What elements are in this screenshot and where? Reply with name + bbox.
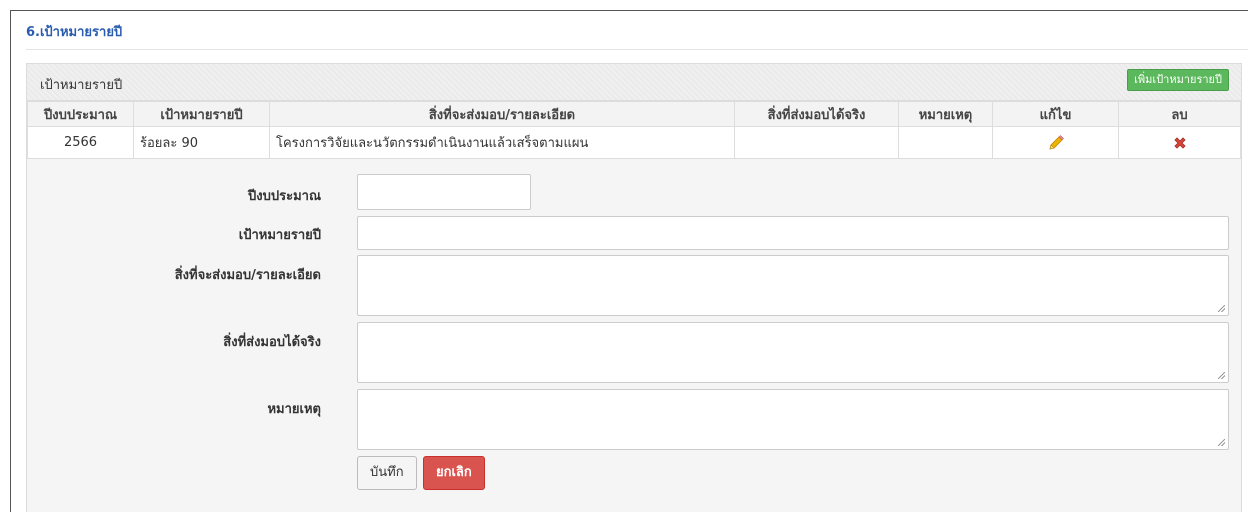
panel-title: เป้าหมายรายปี bbox=[40, 78, 123, 93]
cell-note bbox=[898, 126, 993, 159]
table-header-row: ปีงบประมาณ เป้าหมายรายปี สิ่งที่จะส่งมอบ… bbox=[27, 101, 1241, 127]
col-header-deliverable: สิ่งที่จะส่งมอบ/รายละเอียด bbox=[269, 101, 735, 127]
col-header-delete: ลบ bbox=[1118, 101, 1241, 127]
actual-label: สิ่งที่ส่งมอบได้จริง bbox=[223, 335, 321, 350]
targets-table: ปีงบประมาณ เป้าหมายรายปี สิ่งที่จะส่งมอบ… bbox=[27, 101, 1241, 159]
col-header-edit: แก้ไข bbox=[992, 101, 1119, 127]
col-header-target: เป้าหมายรายปี bbox=[133, 101, 270, 127]
pencil-icon[interactable] bbox=[1047, 134, 1065, 152]
resize-grip-icon[interactable] bbox=[1218, 439, 1225, 446]
note-textarea[interactable] bbox=[357, 389, 1229, 450]
section-title: 6.เป้าหมายรายปี bbox=[26, 25, 123, 40]
targets-panel: เป้าหมายรายปี เพิ่มเป้าหมายรายปี ปีงบประ… bbox=[26, 63, 1242, 512]
year-input[interactable] bbox=[357, 174, 531, 210]
resize-grip-icon[interactable] bbox=[1218, 372, 1225, 379]
add-target-button[interactable]: เพิ่มเป้าหมายรายปี bbox=[1127, 69, 1229, 91]
col-header-year: ปีงบประมาณ bbox=[27, 101, 134, 127]
cell-delete bbox=[1118, 126, 1241, 159]
target-label: เป้าหมายรายปี bbox=[238, 228, 321, 243]
actual-textarea[interactable] bbox=[357, 322, 1229, 383]
cell-year: 2566 bbox=[27, 126, 134, 159]
cancel-button[interactable]: ยกเลิก bbox=[423, 456, 485, 490]
save-button[interactable]: บันทึก bbox=[357, 456, 417, 490]
red-x-icon[interactable] bbox=[1172, 135, 1188, 151]
cell-deliverable: โครงการวิจัยและนวัตกรรมดำเนินงานแล้วเสร็… bbox=[269, 126, 735, 159]
cell-actual bbox=[734, 126, 899, 159]
resize-grip-icon[interactable] bbox=[1218, 305, 1225, 312]
target-form: ปีงบประมาณ เป้าหมายรายปี สิ่งที่จะส่งมอบ… bbox=[27, 160, 1241, 512]
table-row: 2566 ร้อยละ 90 โครงการวิจัยและนวัตกรรมดำ… bbox=[27, 126, 1241, 159]
year-label: ปีงบประมาณ bbox=[248, 189, 321, 204]
section-divider bbox=[26, 49, 1248, 50]
cell-target: ร้อยละ 90 bbox=[133, 126, 270, 159]
cell-edit bbox=[992, 126, 1119, 159]
col-header-actual: สิ่งที่ส่งมอบได้จริง bbox=[734, 101, 899, 127]
note-label: หมายเหตุ bbox=[267, 402, 321, 417]
deliverable-textarea[interactable] bbox=[357, 255, 1229, 316]
content-frame: 6.เป้าหมายรายปี เป้าหมายรายปี เพิ่มเป้าห… bbox=[10, 10, 1248, 512]
panel-header: เป้าหมายรายปี เพิ่มเป้าหมายรายปี bbox=[27, 64, 1241, 101]
deliverable-label: สิ่งที่จะส่งมอบ/รายละเอียด bbox=[174, 268, 321, 283]
col-header-note: หมายเหตุ bbox=[898, 101, 993, 127]
target-input[interactable] bbox=[357, 216, 1229, 250]
